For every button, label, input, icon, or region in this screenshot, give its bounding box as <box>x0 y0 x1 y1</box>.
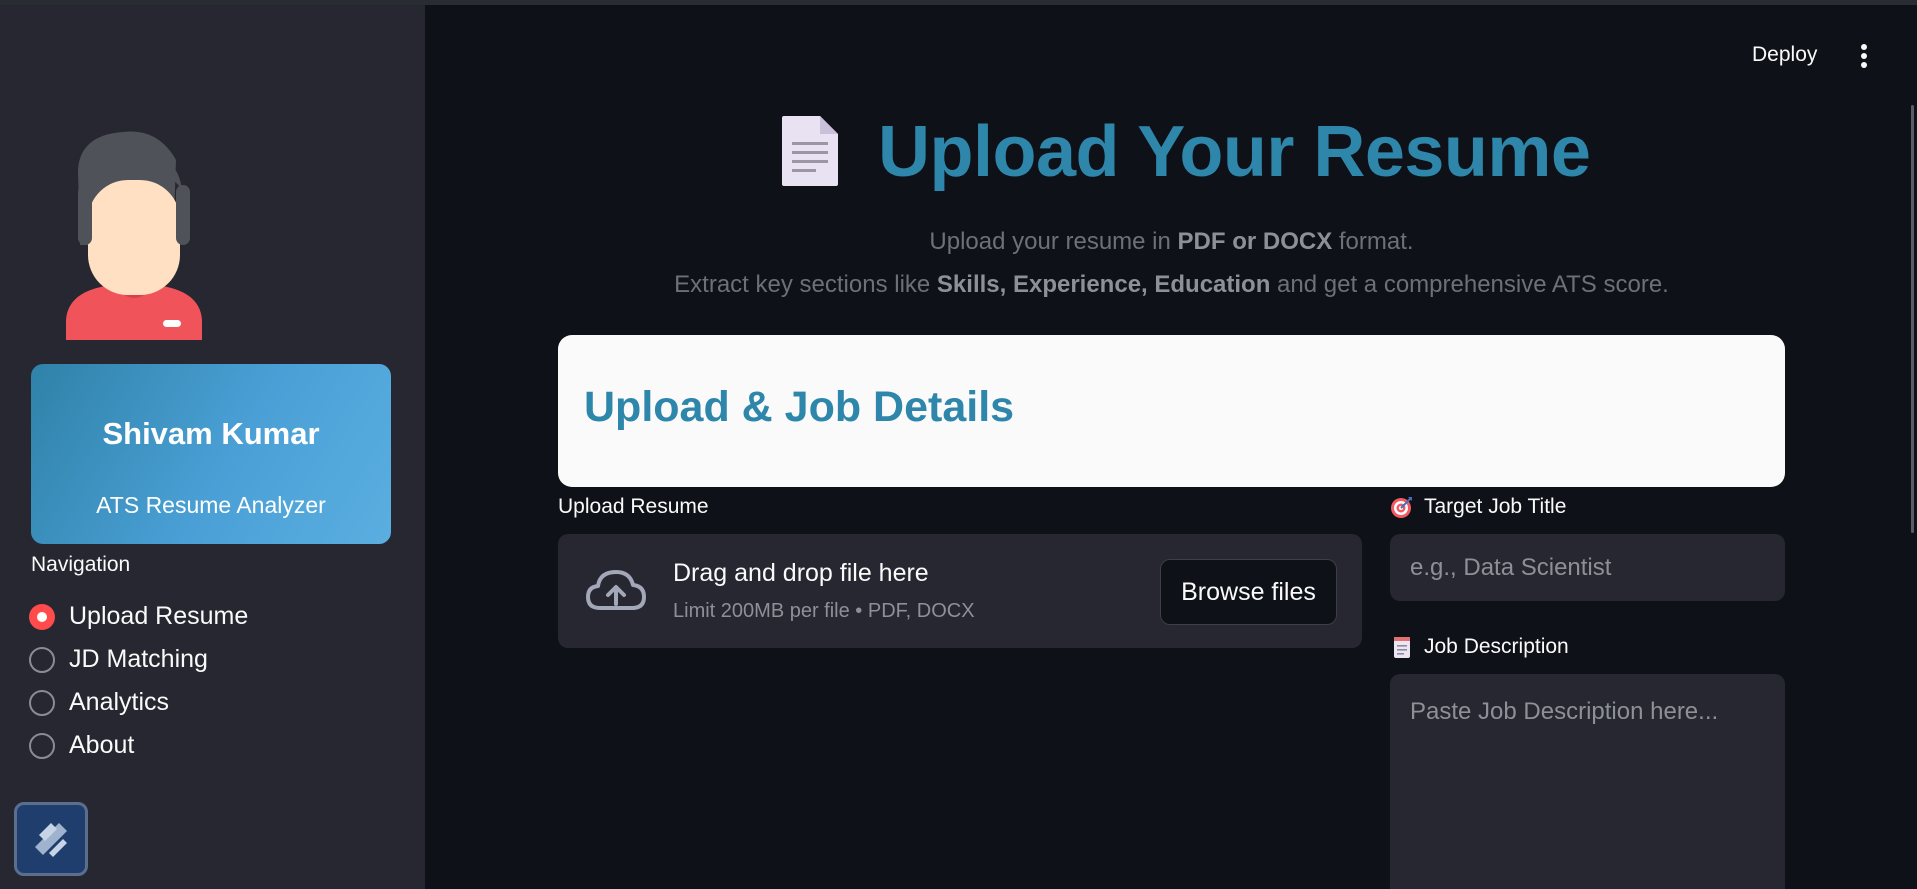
intro-text: format. <box>1332 228 1414 255</box>
user-avatar-icon <box>66 131 202 340</box>
document-icon <box>782 116 838 186</box>
intro-text: Extract key sections like <box>674 271 937 298</box>
cloud-upload-icon <box>586 570 646 610</box>
target-icon <box>1391 497 1412 518</box>
navigation-heading: Navigation <box>31 553 131 576</box>
intro-text: and get a comprehensive ATS score. <box>1270 271 1669 298</box>
upload-job-details-card: Upload & Job Details <box>558 335 1785 487</box>
navigation-radio-group: Upload Resume JD Matching Analytics Abou… <box>29 595 248 767</box>
job-description-label: Job Description <box>1390 635 1569 659</box>
radio-icon[interactable] <box>29 732 55 759</box>
radio-icon[interactable] <box>29 689 55 716</box>
section-title: Upload & Job Details <box>584 383 1015 431</box>
nav-item-jd-matching[interactable]: JD Matching <box>29 638 248 681</box>
nav-item-about[interactable]: About <box>29 724 248 767</box>
nav-item-upload-resume[interactable]: Upload Resume <box>29 595 248 638</box>
target-job-title-input[interactable] <box>1390 534 1785 601</box>
page-title: Upload Your Resume <box>878 112 1591 192</box>
intro-line-1: Upload your resume in PDF or DOCX format… <box>558 228 1785 256</box>
job-description-textarea[interactable] <box>1390 674 1785 889</box>
upload-resume-label: Upload Resume <box>558 495 709 519</box>
intro-line-2: Extract key sections like Skills, Experi… <box>558 271 1785 299</box>
nav-item-label: Analytics <box>69 688 170 716</box>
intro-bold-text: PDF or DOCX <box>1177 228 1333 255</box>
profile-name: Shivam Kumar <box>102 416 320 451</box>
deploy-button[interactable]: Deploy <box>1752 43 1817 67</box>
radio-selected-icon[interactable] <box>29 603 55 630</box>
radio-icon[interactable] <box>29 646 55 673</box>
job-description-label-text: Job Description <box>1424 635 1569 658</box>
streamlit-logo-icon <box>35 823 67 857</box>
target-job-title-label: Target Job Title <box>1390 495 1566 519</box>
scrollbar[interactable] <box>1911 105 1914 533</box>
browse-files-button[interactable]: Browse files <box>1160 559 1337 625</box>
dropzone-instruction: Drag and drop file here <box>673 559 929 587</box>
target-job-title-label-text: Target Job Title <box>1424 495 1567 518</box>
intro-bold-text: Skills, Experience, Education <box>936 271 1271 298</box>
dropzone-limit-text: Limit 200MB per file • PDF, DOCX <box>673 600 975 622</box>
app-logo-badge[interactable] <box>14 802 88 876</box>
sidebar: Shivam Kumar ATS Resume Analyzer Navigat… <box>0 5 425 889</box>
file-dropzone[interactable]: Drag and drop file here Limit 200MB per … <box>558 534 1362 648</box>
intro-text: Upload your resume in <box>929 228 1178 255</box>
nav-item-label: JD Matching <box>69 645 208 673</box>
notepad-icon <box>1394 637 1410 658</box>
upload-resume-label-text: Upload Resume <box>558 495 709 518</box>
profile-subtitle: ATS Resume Analyzer <box>96 492 326 518</box>
nav-item-analytics[interactable]: Analytics <box>29 681 248 724</box>
profile-card: Shivam Kumar ATS Resume Analyzer <box>31 364 391 544</box>
nav-item-label: Upload Resume <box>69 602 249 630</box>
kebab-menu-icon[interactable] <box>1856 42 1872 70</box>
nav-item-label: About <box>69 731 135 759</box>
